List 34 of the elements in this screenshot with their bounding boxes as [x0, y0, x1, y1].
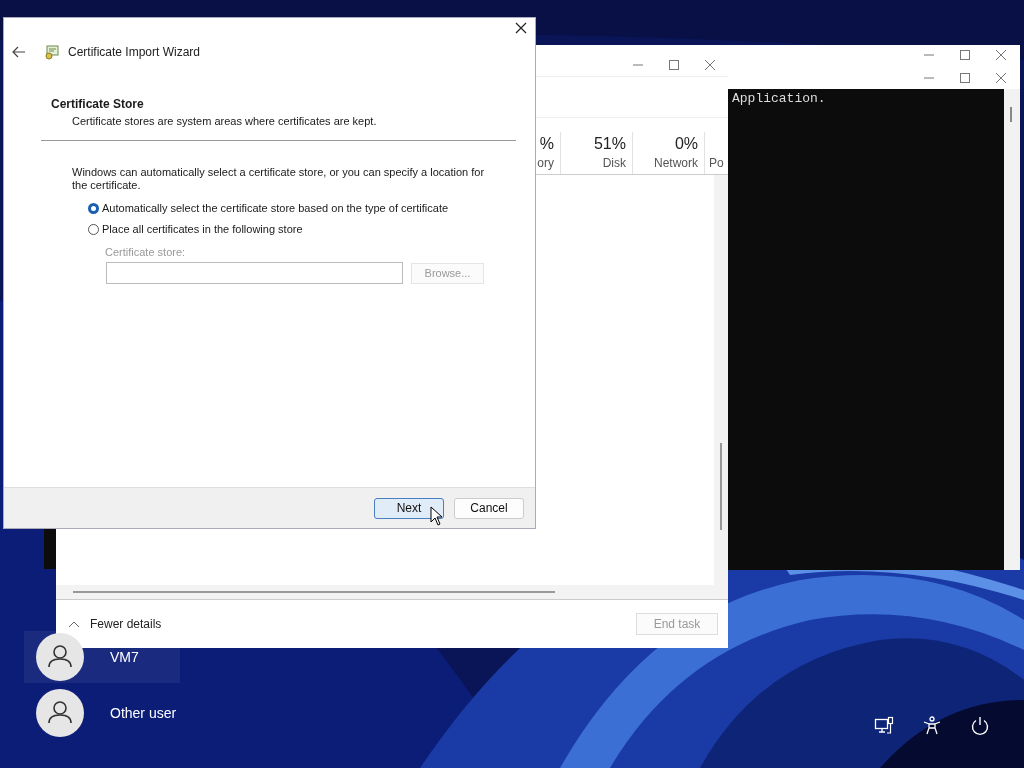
- user-tile[interactable]: VM7: [24, 631, 180, 683]
- scrollbar-thumb[interactable]: [720, 443, 722, 530]
- radio-option[interactable]: Automatically select the certificate store based on the type of certificate: [88, 202, 449, 214]
- radio-button[interactable]: [88, 223, 99, 235]
- close-icon[interactable]: [515, 22, 527, 34]
- accessibility-icon[interactable]: [922, 716, 942, 736]
- column-header[interactable]: 0% Network: [632, 132, 704, 174]
- column-header[interactable]: 51% Disk: [560, 132, 632, 174]
- radio-option[interactable]: Place all certificates in the following store: [88, 223, 303, 235]
- back-arrow-icon[interactable]: [12, 46, 26, 58]
- column-header[interactable]: Po: [704, 132, 728, 174]
- next-button[interactable]: Next: [374, 497, 444, 519]
- maximize-icon[interactable]: [959, 72, 971, 84]
- console-output: Application.: [732, 91, 826, 106]
- avatar-icon: [36, 689, 84, 737]
- user-tile[interactable]: Other user: [24, 687, 180, 739]
- page-description: Certificate stores are system areas where certificates are kept.: [71, 115, 378, 127]
- maximize-icon[interactable]: [668, 59, 680, 71]
- avatar-icon: [36, 633, 84, 681]
- radio-button[interactable]: [88, 202, 99, 214]
- cancel-button[interactable]: Cancel: [454, 497, 524, 519]
- intro-text: Windows can automatically select a certificate store, or you can specify a location for the certificate.: [71, 166, 486, 192]
- scrollbar-thumb[interactable]: [1010, 107, 1012, 122]
- maximize-icon[interactable]: [959, 49, 971, 61]
- window-title: Certificate Import Wizard: [68, 45, 201, 59]
- mouse-cursor-icon: [430, 506, 444, 526]
- page-heading: Certificate Store: [51, 97, 145, 111]
- field-label: Certificate store:: [105, 246, 187, 258]
- caret-icon: [68, 620, 80, 628]
- power-icon[interactable]: [970, 716, 990, 736]
- fewer-details-button[interactable]: Fewer details: [66, 617, 164, 631]
- certificate-icon: [44, 44, 60, 60]
- network-icon[interactable]: [874, 716, 894, 736]
- scrollbar-thumb[interactable]: [73, 591, 555, 593]
